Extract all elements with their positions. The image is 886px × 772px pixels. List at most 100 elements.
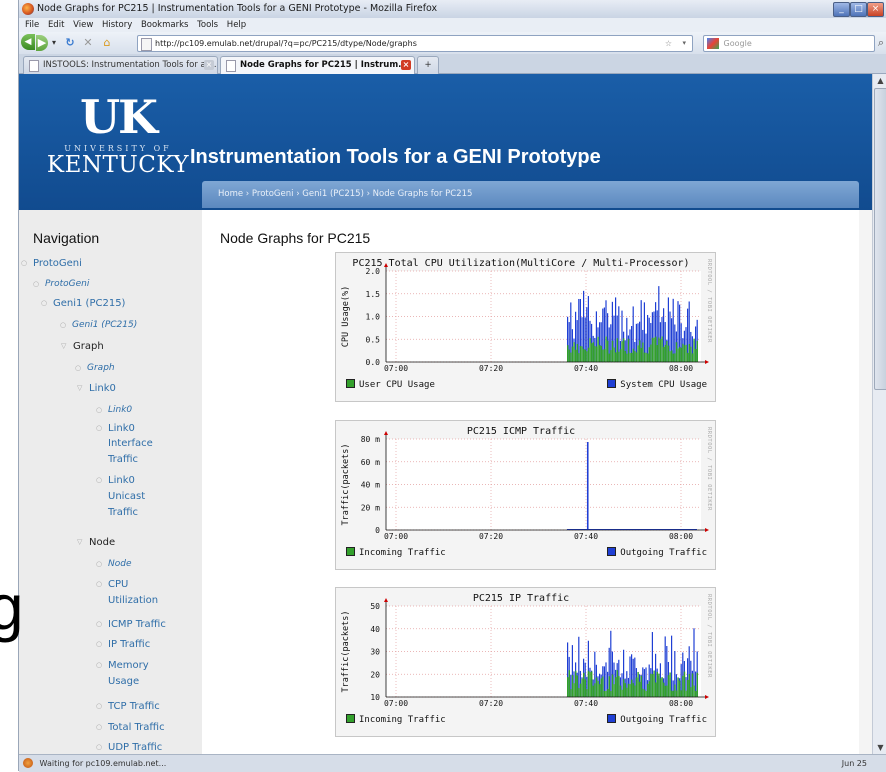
data-bar-incoming xyxy=(568,349,570,362)
data-bar-incoming xyxy=(643,689,646,697)
data-bar-incoming xyxy=(627,338,630,362)
sidebar-item[interactable]: ○ Link0 xyxy=(96,473,135,488)
vertical-scrollbar[interactable]: ▲ ▼ xyxy=(872,74,886,754)
menu-view[interactable]: View xyxy=(73,20,93,30)
data-bar-incoming xyxy=(696,672,698,697)
close-tab-icon[interactable]: × xyxy=(401,60,411,70)
menu-bookmarks[interactable]: Bookmarks xyxy=(141,20,189,30)
data-bar-incoming xyxy=(645,690,647,697)
data-bar-incoming xyxy=(691,673,694,697)
menu-tools[interactable]: Tools xyxy=(197,20,218,30)
site-header: UK UNIVERSITY OF KENTUCKY Instrumentatio… xyxy=(19,74,872,210)
stop-icon[interactable]: ✕ xyxy=(81,35,95,51)
x-tick-label: 07:00 xyxy=(384,532,408,541)
data-bar-incoming xyxy=(671,350,673,362)
history-dropdown-icon[interactable]: ▾ xyxy=(49,35,59,51)
data-bar-outgoing xyxy=(586,442,589,530)
close-button[interactable]: × xyxy=(867,2,884,17)
data-bar-incoming xyxy=(599,345,601,362)
sidebar-item[interactable]: ○ Node xyxy=(96,557,132,572)
data-bar-incoming xyxy=(600,345,602,362)
bullet-icon: ○ xyxy=(41,299,48,307)
data-bar-incoming xyxy=(616,338,618,362)
data-bar-incoming xyxy=(663,346,665,362)
minimize-button[interactable]: _ xyxy=(833,2,850,17)
sidebar-item[interactable]: ○ UDP Traffic xyxy=(96,740,162,754)
sidebar-item[interactable]: Traffic xyxy=(108,452,138,467)
menu-file[interactable]: File xyxy=(25,20,39,30)
sidebar-item[interactable]: ▽ Graph xyxy=(61,339,104,354)
tree-toggle-icon[interactable]: ▽ xyxy=(61,339,66,354)
legend-entry: Incoming Traffic xyxy=(346,714,446,725)
maximize-button[interactable]: □ xyxy=(850,2,867,17)
menu-help[interactable]: Help xyxy=(227,20,246,30)
scroll-up-icon[interactable]: ▲ xyxy=(873,74,886,87)
data-bar-incoming xyxy=(587,670,590,697)
url-dropdown-icon[interactable]: ▾ xyxy=(682,36,686,51)
bookmark-star-icon[interactable]: ☆ xyxy=(665,36,672,51)
sidebar-item-label: Link0 xyxy=(108,405,133,415)
scroll-thumb[interactable] xyxy=(874,88,886,390)
sidebar-item[interactable]: ▽ Link0 xyxy=(77,381,116,396)
data-bar-incoming xyxy=(675,342,678,362)
sidebar-item[interactable]: ○ Geni1 (PC215) xyxy=(41,296,125,311)
breadcrumb-text[interactable]: Home › ProtoGeni › Geni1 (PC215) › Node … xyxy=(218,189,472,199)
sidebar-item[interactable]: ○ Graph xyxy=(75,361,115,376)
sidebar-item[interactable]: ○ TCP Traffic xyxy=(96,699,160,714)
reload-icon[interactable]: ↻ xyxy=(63,35,77,51)
search-icon[interactable]: ⌕ xyxy=(876,35,886,51)
sidebar-item-label: Total Traffic xyxy=(108,722,165,733)
sidebar-item-label: Node xyxy=(108,559,132,569)
scroll-down-icon[interactable]: ▼ xyxy=(873,741,886,754)
tab-instools[interactable]: INSTOOLS: Instrumentation Tools for a ..… xyxy=(23,56,218,74)
sidebar-item[interactable]: ○ ProtoGeni xyxy=(33,277,89,292)
sidebar-item[interactable]: ○ Link0 xyxy=(96,403,133,418)
google-icon xyxy=(707,38,719,49)
sidebar-item[interactable]: ○ ProtoGeni xyxy=(21,256,82,271)
bullet-icon: ○ xyxy=(96,620,103,628)
home-icon[interactable]: ⌂ xyxy=(99,35,115,51)
sidebar-item[interactable]: ○ Geni1 (PC215) xyxy=(60,318,137,333)
data-bar-incoming xyxy=(627,683,630,697)
address-bar[interactable]: http://pc109.emulab.net/drupal/?q=pc/PC2… xyxy=(137,35,693,52)
tree-toggle-icon[interactable]: ▽ xyxy=(77,535,82,550)
sidebar-item[interactable]: ○ ICMP Traffic xyxy=(96,617,166,632)
bullet-icon: ○ xyxy=(60,321,67,329)
forward-icon[interactable]: ▶ xyxy=(36,35,48,51)
sidebar-item[interactable]: ○ Link0 xyxy=(96,421,135,436)
sidebar-item[interactable]: ○ IP Traffic xyxy=(96,637,150,652)
sidebar-item[interactable]: ○ Memory xyxy=(96,658,149,673)
data-bar-incoming xyxy=(621,689,623,697)
new-tab-button[interactable]: + xyxy=(417,56,439,74)
data-bar-incoming xyxy=(623,679,625,697)
sidebar-item[interactable]: Traffic xyxy=(108,505,138,520)
y-axis-label: Traffic(packets) xyxy=(341,611,351,693)
tab-node-graphs[interactable]: Node Graphs for PC215 | Instrum... × xyxy=(220,56,415,74)
site-title[interactable]: Instrumentation Tools for a GENI Prototy… xyxy=(190,146,601,169)
sidebar-item[interactable]: ○ Total Traffic xyxy=(96,720,165,735)
data-bar-incoming xyxy=(675,690,678,697)
uk-logo[interactable]: UK UNIVERSITY OF KENTUCKY xyxy=(43,94,193,194)
sidebar-item[interactable]: Unicast xyxy=(108,489,145,504)
legend-label: Incoming Traffic xyxy=(359,715,446,725)
legend-swatch xyxy=(346,379,355,388)
page-content: UK UNIVERSITY OF KENTUCKY Instrumentatio… xyxy=(19,74,872,754)
x-tick-label: 07:00 xyxy=(384,699,408,708)
sidebar-item[interactable]: Usage xyxy=(108,674,139,689)
menu-history[interactable]: History xyxy=(102,20,132,30)
data-bar-incoming xyxy=(568,670,570,697)
data-bar-incoming xyxy=(688,344,690,362)
menu-edit[interactable]: Edit xyxy=(48,20,64,30)
search-box[interactable]: Google xyxy=(703,35,875,52)
back-icon[interactable]: ◀ xyxy=(21,34,35,50)
close-tab-icon[interactable]: × xyxy=(204,60,214,70)
tree-toggle-icon[interactable]: ▽ xyxy=(77,381,82,396)
sidebar-item[interactable]: Interface xyxy=(108,436,153,451)
sidebar-item[interactable]: Utilization xyxy=(108,593,158,608)
x-tick-label: 08:00 xyxy=(669,532,693,541)
sidebar-item-label: ICMP Traffic xyxy=(108,619,166,630)
data-bar-incoming xyxy=(650,673,652,697)
sidebar-item[interactable]: ▽ Node xyxy=(77,535,115,550)
sidebar-item[interactable]: ○ CPU xyxy=(96,577,128,592)
data-bar-incoming xyxy=(618,676,620,697)
